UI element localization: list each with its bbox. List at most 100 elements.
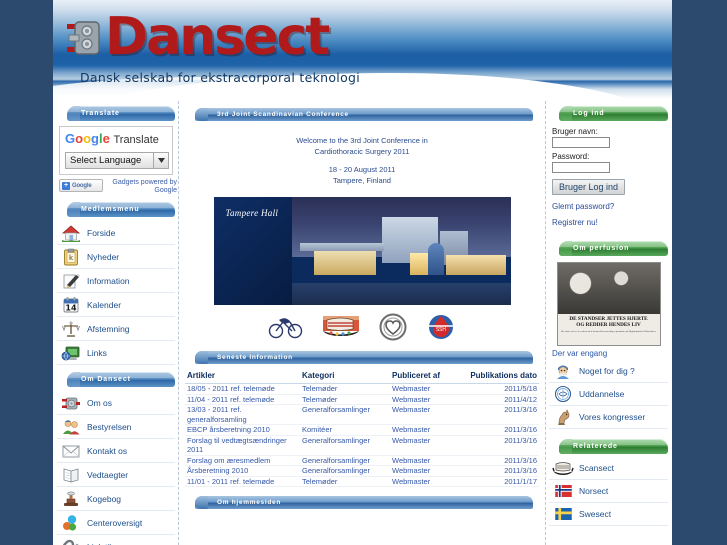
table-row[interactable]: EBCP årsberetning 2010 Komitéer Webmaste… (185, 424, 539, 436)
table-row[interactable]: Forslag om æresmedlem Generalforsamlinge… (185, 455, 539, 466)
cell-category: Generalforsamlinger (300, 435, 390, 456)
table-row[interactable]: 18/05 - 2011 ref. telemøde Telemøder Web… (185, 383, 539, 395)
headline-line-2: OG REDDER HENDES LIV (576, 322, 641, 329)
table-row[interactable]: Årsberetning 2010 Generalforsamlinger We… (185, 465, 539, 477)
news-table-header-row: Artikler Kategori Publiceret af Publikat… (185, 369, 539, 384)
sidebar-item-uddannelse[interactable]: Uddannelse (549, 383, 668, 406)
sidebar-item-norsect[interactable]: Norsect (549, 480, 668, 503)
sidebar-item-kalender[interactable]: 14 Kalender (57, 293, 175, 317)
username-input[interactable] (552, 137, 610, 148)
sidebar-item-swesect[interactable]: Swesect (549, 503, 668, 526)
sidebar-item-kogebog[interactable]: Kogebog (57, 487, 175, 511)
sidebar-item-links[interactable]: Links (57, 341, 175, 365)
register-link[interactable]: Registrer nu! (552, 218, 668, 227)
perfusion-newspaper-image[interactable]: DE STANDSER JETTES HJERTE OG REDDER HEND… (556, 262, 661, 346)
cell-article[interactable]: Forslag til vedtægtsændringer 2011 (185, 435, 300, 456)
related-block-header: Relaterede (559, 439, 668, 454)
google-translate-widget[interactable]: Google Translate Select Language (59, 126, 173, 175)
sidebar-item-centeroversigt[interactable]: Centeroversigt (57, 511, 175, 535)
member-block-title: Medlemsmenu (81, 206, 140, 213)
conference-panel-header: 3rd Joint Scandinavian Conference (195, 108, 533, 121)
news-table-head: Artikler Kategori Publiceret af Publikat… (185, 369, 539, 384)
cell-article[interactable]: 11/04 - 2011 ref. telemøde (185, 394, 300, 405)
col-header-publiceret-af[interactable]: Publiceret af (390, 369, 465, 384)
sidebar-item-label: Links (87, 347, 107, 358)
left-gutter (0, 0, 53, 545)
table-row[interactable]: 13/03 - 2011 ref. generalforsamling Gene… (185, 404, 539, 425)
login-submit-button[interactable]: Bruger Log ind (552, 179, 626, 195)
cell-article[interactable]: 18/05 - 2011 ref. telemøde (185, 383, 300, 395)
tampere-hall-photo[interactable]: Tampere Hall (213, 197, 511, 305)
clipboard-icon: k (60, 247, 82, 267)
blood-drop-logo-icon[interactable]: SSH (425, 312, 457, 342)
welcome-line-1: Welcome to the 3rd Joint Conference in (296, 136, 428, 145)
sidebar-item-vedtaegter[interactable]: Vedtaegter (57, 463, 175, 487)
sidebar-item-bestyrelsen[interactable]: Bestyrelsen (57, 415, 175, 439)
cell-date: 2011/1/17 (465, 476, 539, 487)
sidebar-item-kontakt-os[interactable]: Kontakt os (57, 439, 175, 463)
sidebar-item-link-til-os[interactable]: Link til os (57, 535, 175, 545)
conference-dates: 18 - 20 August 2011 (328, 165, 396, 174)
sidebar-item-om-os[interactable]: Om os (57, 391, 175, 415)
plus-icon: + (62, 181, 70, 190)
cell-date: 2011/3/16 (465, 404, 539, 425)
pen-document-icon (60, 271, 82, 291)
conference-panel-title: 3rd Joint Scandinavian Conference (217, 111, 349, 118)
chevron-down-icon[interactable] (153, 153, 168, 168)
cell-date: 2011/5/18 (465, 383, 539, 395)
col-header-artikler[interactable]: Artikler (185, 369, 300, 384)
norway-flag-icon (552, 481, 574, 501)
cell-article[interactable]: EBCP årsberetning 2010 (185, 424, 300, 436)
cell-date: 2011/3/16 (465, 424, 539, 436)
member-menu: Forside k Nyheder Information 14 Kalende… (57, 221, 175, 365)
cell-article[interactable]: Forslag om æresmedlem (185, 455, 300, 466)
col-header-kategori[interactable]: Kategori (300, 369, 390, 384)
related-menu: Scansect Norsect Swesect (549, 457, 668, 526)
site-header: Dansect Dansk selskab for ekstracorporal… (53, 0, 672, 99)
translate-block-header-wrap: Translate (53, 106, 179, 121)
cell-article[interactable]: 13/03 - 2011 ref. generalforsamling (185, 404, 300, 425)
cell-article[interactable]: Årsberetning 2010 (185, 465, 300, 477)
translate-block-header: Translate (67, 106, 175, 121)
page-root: Dansect Dansk selskab for ekstracorporal… (0, 0, 727, 545)
sidebar-item-scansect[interactable]: Scansect (549, 457, 668, 480)
about-site-panel-header-wrap: Om hjemmesiden (181, 496, 545, 509)
viking-ship-logo-icon[interactable] (321, 312, 361, 342)
table-row[interactable]: Forslag til vedtægtsændringer 2011 Gener… (185, 435, 539, 456)
stamp-icon (60, 489, 82, 509)
sidebar-item-forside[interactable]: Forside (57, 221, 175, 245)
cell-article[interactable]: 11/01 - 2011 ref. telemøde (185, 476, 300, 487)
translate-block-title: Translate (81, 110, 120, 117)
sidebar-item-afstemning[interactable]: Afstemning (57, 317, 175, 341)
password-input[interactable] (552, 162, 610, 173)
sidebar-item-noget-for-dig[interactable]: Noget for dig ? (549, 360, 668, 383)
sidebar-item-nyheder[interactable]: k Nyheder (57, 245, 175, 269)
sidebar-item-vores-kongresser[interactable]: Vores kongresser (549, 406, 668, 429)
site-logo[interactable]: Dansect Dansk selskab for ekstracorporal… (63, 8, 463, 85)
block-header-nub (559, 241, 572, 256)
forgot-password-link[interactable]: Glemt password? (552, 202, 668, 211)
sidebar-item-label: Afstemning (87, 323, 130, 334)
password-label: Password: (552, 152, 590, 161)
table-row[interactable]: 11/04 - 2011 ref. telemøde Telemøder Web… (185, 394, 539, 405)
logo-wordmark: Dansect (63, 8, 463, 66)
sidebar-item-label: Kontakt os (87, 445, 128, 456)
language-select[interactable]: Select Language (65, 152, 169, 169)
sidebar-item-information[interactable]: Information (57, 269, 175, 293)
perfusion-link[interactable]: Der var engang (552, 349, 672, 358)
heart-circle-logo-icon[interactable] (377, 312, 409, 342)
sidebar-item-label: Noget for dig ? (579, 366, 635, 376)
surgeon-icon (552, 361, 574, 381)
perfusion-block-header: Om perfusion (559, 241, 668, 256)
right-sidebar: Log ind Bruger navn: Password: Bruger Lo… (545, 99, 672, 545)
table-row[interactable]: 11/01 - 2011 ref. telemøde Telemøder Web… (185, 476, 539, 487)
google-plus-badge[interactable]: + Google (59, 179, 103, 192)
sats-logo-icon[interactable] (267, 312, 305, 342)
cell-published-by: Webmaster (390, 383, 465, 395)
svg-text:SSH: SSH (436, 327, 446, 333)
block-header-nub (67, 106, 80, 121)
col-header-publikations-dato[interactable]: Publikations dato (465, 369, 539, 384)
sidebar-item-label: Vores kongresser (579, 412, 646, 422)
about-menu: Om os Bestyrelsen Kontakt os Vedtaegter … (57, 391, 175, 545)
powered-by-text: Gadgets powered by Google (112, 179, 177, 194)
